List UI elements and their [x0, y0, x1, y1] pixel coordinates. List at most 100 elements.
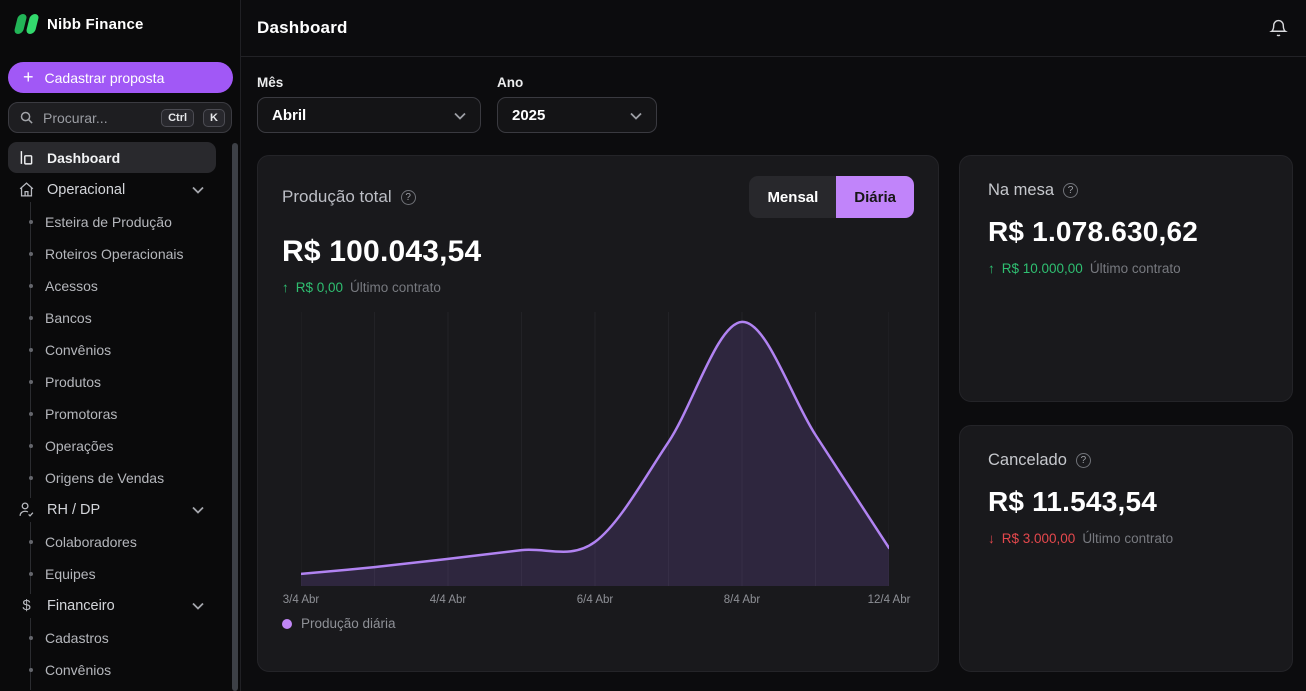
na-mesa-delta: ↑ R$ 10.000,00 Último contrato: [988, 260, 1264, 277]
page-title: Dashboard: [257, 18, 348, 38]
na-mesa-card: Na mesa ? R$ 1.078.630,62 ↑ R$ 10.000,00…: [959, 155, 1293, 402]
financeiro-submenu: Cadastros Convênios: [8, 622, 232, 686]
month-value: Abril: [272, 107, 306, 124]
chevron-down-icon: [192, 598, 204, 614]
sidebar-item-operacoes[interactable]: Operações: [8, 430, 232, 462]
bell-icon: [1269, 19, 1288, 38]
delta-label: Último contrato: [1090, 260, 1181, 277]
x-tick: 3/4 Abr: [283, 594, 319, 606]
x-tick: 12/4 Abr: [868, 594, 911, 606]
chevron-down-icon: [454, 107, 466, 124]
arrow-up-icon: ↑: [282, 279, 289, 296]
delta-label: Último contrato: [350, 279, 441, 296]
sidebar-item-esteira-de-producao[interactable]: Esteira de Produção: [8, 206, 232, 238]
chart-legend: Produção diária: [282, 616, 914, 631]
year-label: Ano: [497, 75, 657, 90]
producao-total-card: Produção total ? Mensal Diária R$ 100.04…: [257, 155, 939, 672]
year-value: 2025: [512, 107, 545, 124]
sidebar-item-cadastros[interactable]: Cadastros: [8, 622, 232, 654]
year-field: Ano 2025: [497, 75, 657, 133]
chevron-down-icon: [192, 502, 204, 518]
sidebar-group-label: Operacional: [47, 182, 125, 198]
rh-dp-submenu: Colaboradores Equipes: [8, 526, 232, 590]
brand-name: Nibb Finance: [47, 16, 144, 33]
na-mesa-value: R$ 1.078.630,62: [988, 215, 1264, 248]
search-input[interactable]: Procurar... Ctrl K: [8, 102, 232, 133]
card-title: Cancelado: [988, 451, 1067, 470]
main-area: Dashboard Mês Abril Ano: [241, 0, 1306, 691]
sidebar-item-roteiros-operacionais[interactable]: Roteiros Operacionais: [8, 238, 232, 270]
sidebar-item-rh-dp[interactable]: RH / DP: [8, 494, 216, 525]
brand: Nibb Finance: [0, 0, 240, 48]
sidebar-item-origens-de-vendas[interactable]: Origens de Vendas: [8, 462, 232, 494]
sidebar-nav: Dashboard Operacional Esteira de Produçã…: [0, 142, 240, 686]
month-select[interactable]: Abril: [257, 97, 481, 133]
sidebar-item-financeiro[interactable]: $ Financeiro: [8, 590, 216, 621]
card-title: Na mesa: [988, 181, 1054, 200]
sidebar-scrollbar[interactable]: [232, 143, 238, 691]
notifications-button[interactable]: [1265, 15, 1292, 42]
sidebar-item-label: Dashboard: [47, 150, 120, 166]
chart-canvas: [301, 312, 889, 586]
home-icon: [17, 181, 36, 198]
sidebar-item-produtos[interactable]: Produtos: [8, 366, 232, 398]
year-select[interactable]: 2025: [497, 97, 657, 133]
sidebar-item-convenios-fin[interactable]: Convênios: [8, 654, 232, 686]
kbd-ctrl: Ctrl: [161, 109, 194, 127]
cta-label: Cadastrar proposta: [45, 70, 165, 86]
cancelado-value: R$ 11.543,54: [988, 485, 1264, 518]
sidebar: Nibb Finance + Cadastrar proposta Procur…: [0, 0, 241, 691]
cadastrar-proposta-button[interactable]: + Cadastrar proposta: [8, 62, 233, 93]
topbar: Dashboard: [241, 0, 1306, 57]
user-check-icon: [17, 501, 36, 518]
side-cards: Na mesa ? R$ 1.078.630,62 ↑ R$ 10.000,00…: [959, 155, 1293, 672]
sidebar-group-label: RH / DP: [47, 502, 100, 518]
toggle-diaria-button[interactable]: Diária: [836, 176, 914, 218]
arrow-down-icon: ↓: [988, 530, 995, 547]
search-icon: [19, 110, 34, 125]
cards-grid: Produção total ? Mensal Diária R$ 100.04…: [257, 155, 1294, 672]
producao-delta: ↑ R$ 0,00 Último contrato: [282, 279, 914, 296]
filters: Mês Abril Ano 2025: [257, 75, 1294, 133]
x-tick: 4/4 Abr: [430, 594, 466, 606]
plus-icon: +: [23, 68, 34, 86]
delta-label: Último contrato: [1082, 530, 1173, 547]
sidebar-group-label: Financeiro: [47, 598, 115, 614]
delta-value: R$ 10.000,00: [1002, 260, 1083, 277]
sidebar-item-bancos[interactable]: Bancos: [8, 302, 232, 334]
legend-dot-icon: [282, 619, 292, 629]
toggle-mensal-button[interactable]: Mensal: [749, 176, 836, 218]
card-title: Produção total: [282, 187, 392, 207]
help-icon[interactable]: ?: [401, 190, 416, 205]
sidebar-item-promotoras[interactable]: Promotoras: [8, 398, 232, 430]
dashboard-content: Mês Abril Ano 2025: [241, 57, 1306, 672]
sidebar-item-acessos[interactable]: Acessos: [8, 270, 232, 302]
sidebar-item-colaboradores[interactable]: Colaboradores: [8, 526, 232, 558]
sidebar-item-dashboard[interactable]: Dashboard: [8, 142, 216, 173]
card-head: Produção total ? Mensal Diária: [282, 176, 914, 218]
cancelado-card: Cancelado ? R$ 11.543,54 ↓ R$ 3.000,00 Ú…: [959, 425, 1293, 672]
nibb-logo-icon: [14, 14, 40, 34]
sidebar-item-operacional[interactable]: Operacional: [8, 174, 216, 205]
producao-total-value: R$ 100.043,54: [282, 234, 914, 269]
app-root: Nibb Finance + Cadastrar proposta Procur…: [0, 0, 1306, 691]
operacional-submenu: Esteira de Produção Roteiros Operacionai…: [8, 206, 232, 494]
cancelado-delta: ↓ R$ 3.000,00 Último contrato: [988, 530, 1264, 547]
help-icon[interactable]: ?: [1076, 453, 1091, 468]
arrow-up-icon: ↑: [988, 260, 995, 277]
delta-value: R$ 0,00: [296, 279, 343, 296]
period-toggle: Mensal Diária: [749, 176, 914, 218]
month-field: Mês Abril: [257, 75, 481, 133]
delta-value: R$ 3.000,00: [1002, 530, 1076, 547]
chevron-down-icon: [192, 182, 204, 198]
area-chart: [301, 312, 889, 586]
dollar-icon: $: [17, 597, 36, 614]
legend-label: Produção diária: [301, 616, 396, 631]
search-placeholder: Procurar...: [43, 110, 152, 126]
x-axis-ticks: 3/4 Abr 4/4 Abr 6/4 Abr 8/4 Abr 12/4 Abr: [301, 586, 889, 610]
month-label: Mês: [257, 75, 481, 90]
sidebar-item-equipes[interactable]: Equipes: [8, 558, 232, 590]
kbd-k: K: [203, 109, 225, 127]
sidebar-item-convenios[interactable]: Convênios: [8, 334, 232, 366]
help-icon[interactable]: ?: [1063, 183, 1078, 198]
